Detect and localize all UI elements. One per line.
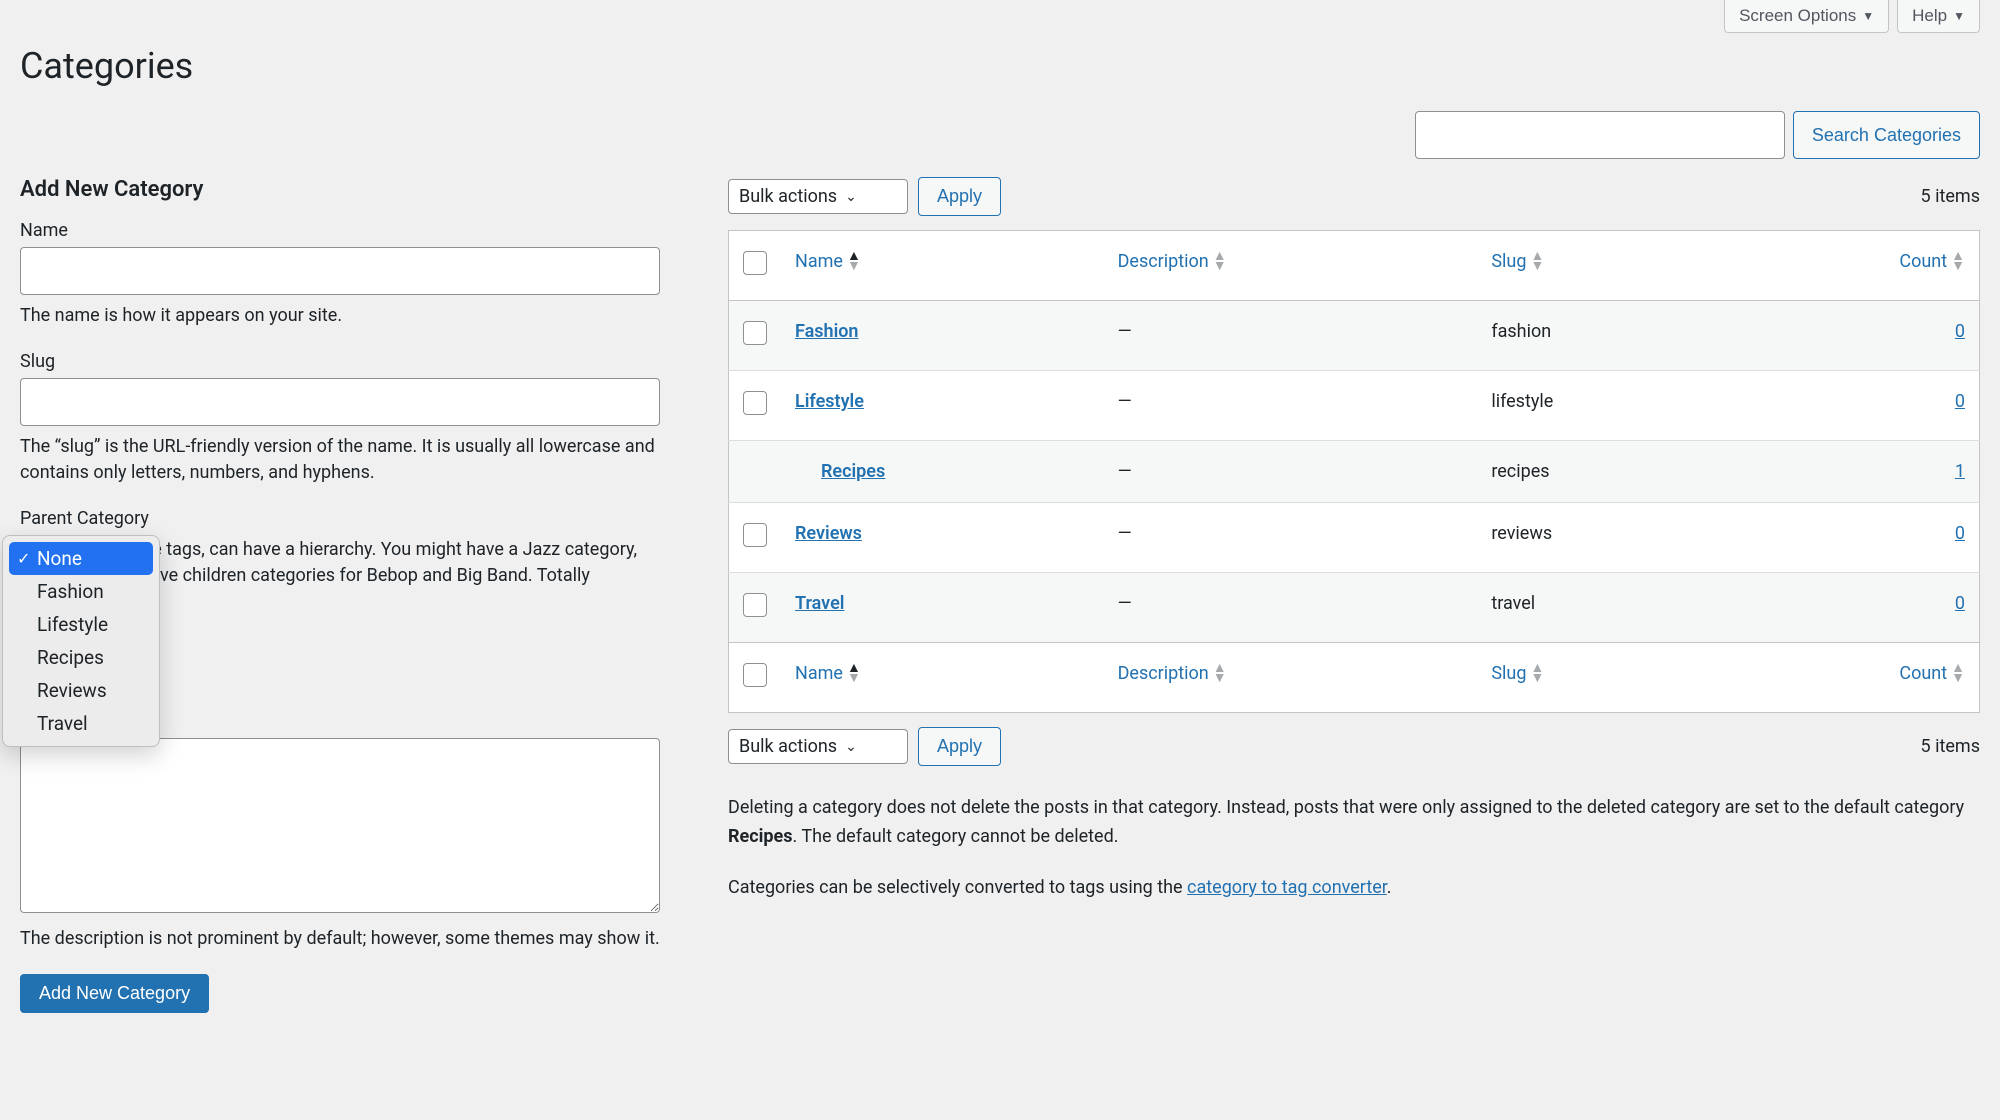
col-slug-footer[interactable]: Slug bbox=[1491, 663, 1526, 684]
table-row: Lifestyle —lifestyle 0 bbox=[729, 371, 1980, 441]
category-count-link[interactable]: 0 bbox=[1955, 391, 1965, 412]
table-row: Fashion —fashion 0 bbox=[729, 301, 1980, 371]
col-count-footer[interactable]: Count bbox=[1899, 663, 1947, 684]
converter-note: Categories can be selectively converted … bbox=[728, 874, 1980, 903]
item-count-bottom: 5 items bbox=[1921, 736, 1980, 757]
category-slug: reviews bbox=[1477, 503, 1722, 573]
categories-table: Name▲▼ Description▲▼ Slug▲▼ Count▲▼ Fash… bbox=[728, 230, 1980, 713]
category-to-tag-link[interactable]: category to tag converter bbox=[1187, 877, 1387, 898]
slug-help: The “slug” is the URL-friendly version o… bbox=[20, 434, 660, 486]
category-slug: fashion bbox=[1477, 301, 1722, 371]
category-description: — bbox=[1104, 441, 1478, 503]
sort-icon: ▲▼ bbox=[1951, 252, 1965, 272]
col-name-header[interactable]: Name bbox=[795, 251, 843, 272]
category-slug: travel bbox=[1477, 573, 1722, 643]
category-name-link[interactable]: Reviews bbox=[795, 523, 862, 544]
category-count-link[interactable]: 0 bbox=[1955, 321, 1965, 342]
sort-icon: ▲▼ bbox=[1213, 252, 1227, 272]
chevron-down-icon: ▼ bbox=[1862, 9, 1874, 23]
col-count-header[interactable]: Count bbox=[1899, 251, 1947, 272]
chevron-down-icon: ⌄ bbox=[845, 739, 857, 755]
bulk-actions-label: Bulk actions bbox=[739, 186, 837, 207]
select-all-checkbox-bottom[interactable] bbox=[743, 663, 767, 687]
row-checkbox[interactable] bbox=[743, 523, 767, 547]
sort-icon: ▲▼ bbox=[847, 664, 861, 684]
dropdown-option[interactable]: Reviews bbox=[9, 674, 153, 707]
name-input[interactable] bbox=[20, 247, 660, 295]
dropdown-option-label: Lifestyle bbox=[37, 613, 108, 636]
apply-button-bottom[interactable]: Apply bbox=[918, 727, 1001, 766]
dropdown-option[interactable]: Travel bbox=[9, 707, 153, 740]
apply-button-top[interactable]: Apply bbox=[918, 177, 1001, 216]
category-count-link[interactable]: 1 bbox=[1955, 461, 1965, 482]
category-description: — bbox=[1104, 573, 1478, 643]
col-description-footer[interactable]: Description bbox=[1118, 663, 1209, 684]
dropdown-option[interactable]: ✓ None bbox=[9, 542, 153, 575]
dropdown-option-label: Fashion bbox=[37, 580, 104, 603]
bulk-actions-select-top[interactable]: Bulk actions ⌄ bbox=[728, 179, 908, 214]
category-description: — bbox=[1104, 301, 1478, 371]
chevron-down-icon: ⌄ bbox=[845, 189, 857, 205]
check-icon: ✓ bbox=[17, 549, 30, 568]
select-all-checkbox-top[interactable] bbox=[743, 251, 767, 275]
category-description: — bbox=[1104, 371, 1478, 441]
chevron-down-icon: ▼ bbox=[1953, 9, 1965, 23]
category-name-link[interactable]: Lifestyle bbox=[795, 391, 864, 412]
item-count-top: 5 items bbox=[1921, 186, 1980, 207]
dropdown-option-label: None bbox=[37, 547, 82, 570]
row-checkbox[interactable] bbox=[743, 321, 767, 345]
category-name-link[interactable]: Recipes bbox=[795, 461, 885, 482]
category-name-link[interactable]: Fashion bbox=[795, 321, 858, 342]
category-count-link[interactable]: 0 bbox=[1955, 593, 1965, 614]
sort-icon: ▲▼ bbox=[847, 252, 861, 272]
add-new-category-button[interactable]: Add New Category bbox=[20, 974, 209, 1013]
col-name-footer[interactable]: Name bbox=[795, 663, 843, 684]
screen-options-label: Screen Options bbox=[1739, 6, 1856, 26]
description-help: The description is not prominent by defa… bbox=[20, 926, 660, 952]
add-new-heading: Add New Category bbox=[20, 177, 700, 202]
table-row: Recipes —recipes 1 bbox=[729, 441, 1980, 503]
bulk-actions-label: Bulk actions bbox=[739, 736, 837, 757]
parent-category-dropdown[interactable]: ✓ None Fashion Lifestyle Recipes Reviews Trave… bbox=[2, 535, 160, 747]
search-categories-button[interactable]: Search Categories bbox=[1793, 111, 1980, 159]
page-title: Categories bbox=[20, 45, 1980, 87]
col-slug-header[interactable]: Slug bbox=[1491, 251, 1526, 272]
sort-icon: ▲▼ bbox=[1530, 664, 1544, 684]
dropdown-option[interactable]: Lifestyle bbox=[9, 608, 153, 641]
category-name-link[interactable]: Travel bbox=[795, 593, 844, 614]
bulk-actions-select-bottom[interactable]: Bulk actions ⌄ bbox=[728, 729, 908, 764]
sort-icon: ▲▼ bbox=[1530, 252, 1544, 272]
description-textarea[interactable] bbox=[20, 738, 660, 913]
sort-icon: ▲▼ bbox=[1213, 664, 1227, 684]
row-checkbox[interactable] bbox=[743, 391, 767, 415]
row-checkbox[interactable] bbox=[743, 593, 767, 617]
name-help: The name is how it appears on your site. bbox=[20, 303, 660, 329]
table-row: Travel —travel 0 bbox=[729, 573, 1980, 643]
category-slug: lifestyle bbox=[1477, 371, 1722, 441]
sort-icon: ▲▼ bbox=[1951, 664, 1965, 684]
col-description-header[interactable]: Description bbox=[1118, 251, 1209, 272]
category-count-link[interactable]: 0 bbox=[1955, 523, 1965, 544]
slug-input[interactable] bbox=[20, 378, 660, 426]
dropdown-option-label: Recipes bbox=[37, 646, 104, 669]
dropdown-option-label: Travel bbox=[37, 712, 88, 735]
parent-label: Parent Category bbox=[20, 508, 700, 529]
name-label: Name bbox=[20, 220, 700, 241]
delete-note: Deleting a category does not delete the … bbox=[728, 794, 1980, 852]
search-input[interactable] bbox=[1415, 111, 1785, 159]
table-row: Reviews —reviews 0 bbox=[729, 503, 1980, 573]
help-label: Help bbox=[1912, 6, 1947, 26]
dropdown-option[interactable]: Fashion bbox=[9, 575, 153, 608]
dropdown-option-label: Reviews bbox=[37, 679, 107, 702]
screen-options-tab[interactable]: Screen Options ▼ bbox=[1724, 0, 1889, 33]
help-tab[interactable]: Help ▼ bbox=[1897, 0, 1980, 33]
dropdown-option[interactable]: Recipes bbox=[9, 641, 153, 674]
category-description: — bbox=[1104, 503, 1478, 573]
category-slug: recipes bbox=[1477, 441, 1722, 503]
slug-label: Slug bbox=[20, 351, 700, 372]
